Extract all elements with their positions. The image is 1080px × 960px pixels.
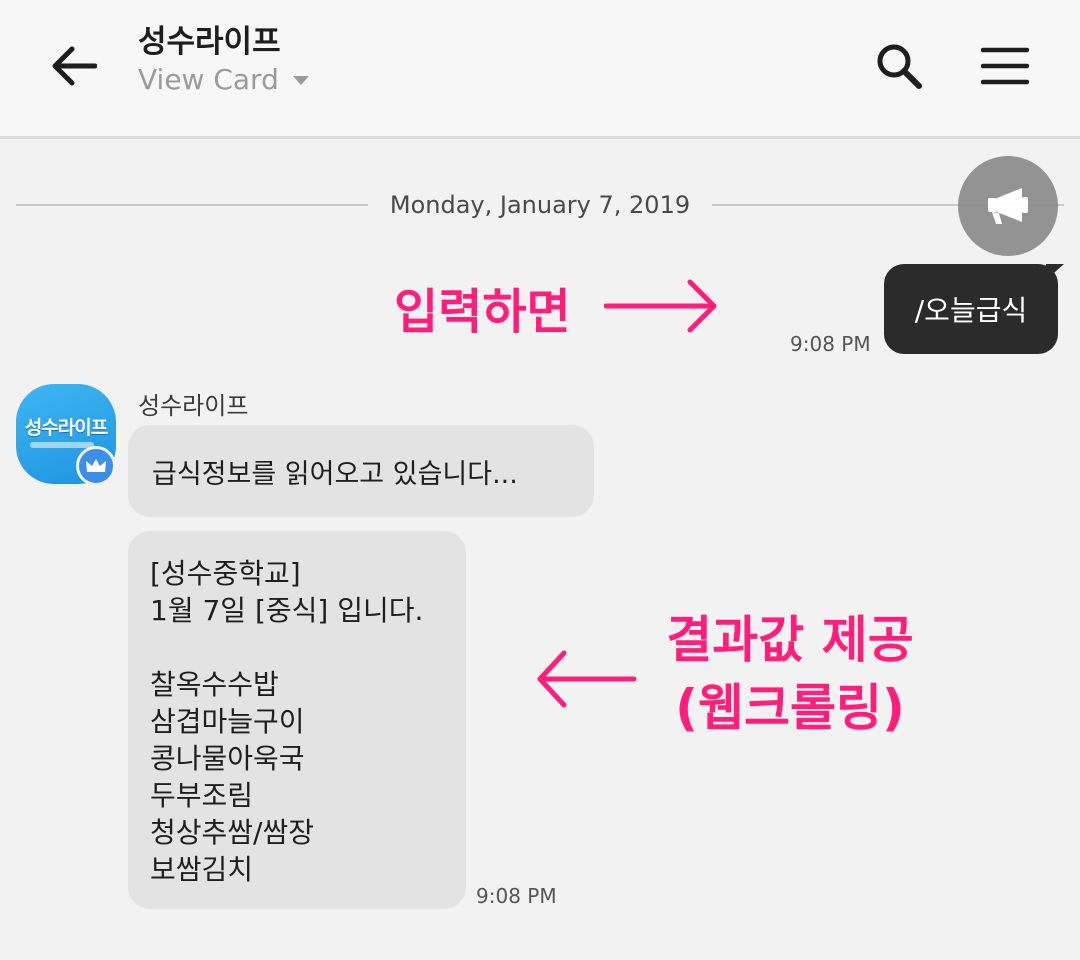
date-divider: Monday, January 7, 2019 bbox=[16, 185, 1065, 225]
annotation-result: 결과값 제공 (웹크롤링) bbox=[640, 606, 940, 742]
message-line bbox=[150, 629, 466, 666]
received-message-bubble[interactable]: 급식정보를 읽어오고 있습니다... bbox=[128, 425, 594, 517]
view-card-label: View Card bbox=[138, 63, 279, 96]
received-message-bubble[interactable]: [성수중학교] 1월 7일 [중식] 입니다. 찰옥수수밥 삼겹마늘구이 콩나물… bbox=[128, 531, 466, 909]
divider-line-left bbox=[16, 204, 368, 206]
arrow-left-annotation-icon bbox=[537, 650, 637, 708]
hamburger-menu-icon bbox=[981, 46, 1029, 86]
annotation-input-text: 입력하면 bbox=[394, 284, 571, 340]
chat-title: 성수라이프 bbox=[138, 24, 281, 60]
view-card-dropdown[interactable]: View Card bbox=[138, 62, 309, 98]
sender-name: 성수라이프 bbox=[138, 392, 249, 420]
annotation-result-line2: (웹크롤링) bbox=[675, 679, 905, 737]
menu-button[interactable] bbox=[972, 36, 1038, 96]
message-line: 콩나물아욱국 bbox=[150, 742, 305, 775]
search-icon bbox=[874, 41, 924, 91]
sent-message-bubble[interactable]: /오늘급식 bbox=[884, 264, 1058, 354]
message-line: 삼겹마늘구이 bbox=[150, 705, 305, 738]
message-line: 청상추쌈/쌈장 bbox=[150, 816, 314, 849]
crown-icon bbox=[85, 457, 107, 475]
annotation-result-line1: 결과값 제공 bbox=[666, 611, 914, 669]
avatar-logo-text: 성수라이프 bbox=[24, 416, 108, 439]
message-line: 두부조림 bbox=[150, 779, 254, 812]
message-line: 찰옥수수밥 bbox=[150, 668, 279, 701]
message-line: 보쌈김치 bbox=[150, 853, 254, 886]
search-button[interactable] bbox=[866, 36, 932, 96]
chevron-down-icon bbox=[292, 75, 309, 85]
avatar-logo-tagline bbox=[30, 442, 94, 448]
sent-message-text: /오늘급식 bbox=[914, 294, 1028, 327]
chat-title-block: 성수라이프 View Card bbox=[138, 22, 309, 98]
megaphone-icon bbox=[984, 186, 1032, 226]
received-message-text: 급식정보를 읽어오고 있습니다... bbox=[152, 458, 518, 490]
sent-message-time: 9:08 PM bbox=[790, 332, 871, 356]
arrow-left-icon bbox=[51, 46, 97, 86]
announcement-button[interactable] bbox=[958, 156, 1058, 256]
date-label: Monday, January 7, 2019 bbox=[389, 191, 691, 219]
received-message-time: 9:08 PM bbox=[476, 884, 557, 908]
back-button[interactable] bbox=[44, 36, 104, 96]
arrow-right-icon bbox=[604, 279, 717, 333]
sent-bubble-tail bbox=[1046, 264, 1064, 280]
annotation-input-hint: 입력하면 bbox=[394, 272, 571, 342]
message-line: [성수중학교] bbox=[150, 557, 301, 590]
message-line: 1월 7일 [중식] 입니다. bbox=[150, 594, 424, 627]
crown-badge bbox=[76, 446, 116, 486]
top-bar: 성수라이프 View Card bbox=[0, 0, 1080, 139]
